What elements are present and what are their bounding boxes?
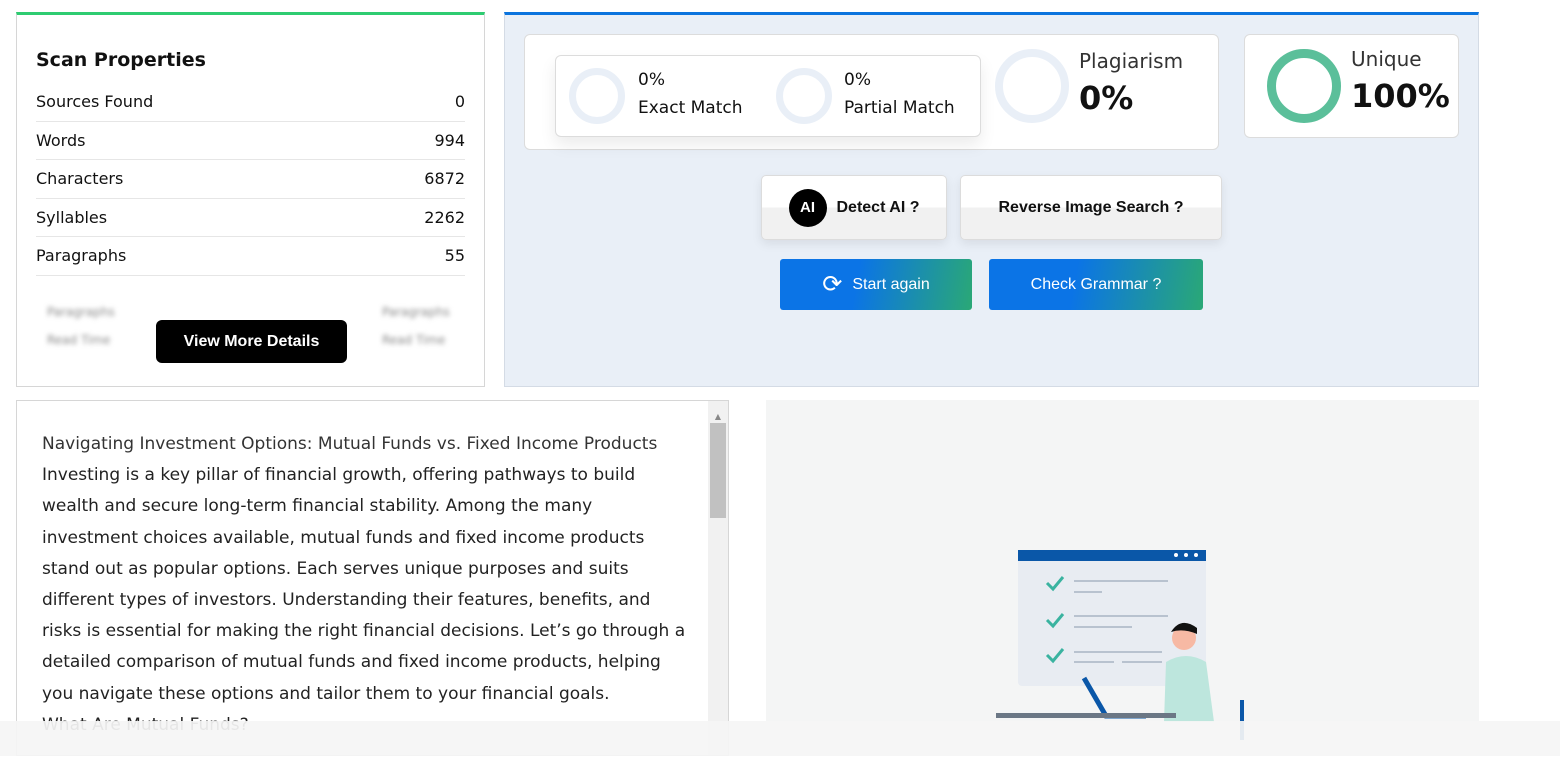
detect-ai-label: Detect AI ? [836,198,920,216]
property-label: Syllables [36,207,108,227]
document-paragraph: Investing is a key pillar of financial g… [42,465,686,704]
plagiarism-value: 0% [1079,79,1134,117]
scan-properties-title: Scan Properties [36,49,206,71]
start-again-button[interactable]: ⟳ Start again [780,259,972,310]
exact-match-value: 0% [638,70,665,90]
unique-label: Unique [1351,47,1422,71]
ai-icon: AI [788,188,827,227]
results-panel: 0% Exact Match 0% Partial Match Plagiari… [504,12,1479,387]
document-paragraph: Navigating Investment Options: Mutual Fu… [42,434,658,454]
partial-match-value: 0% [844,70,871,90]
unique-card: Unique 100% [1244,34,1459,138]
scrollbar[interactable]: ▲ [708,401,728,755]
property-value: 6872 [424,169,465,189]
scan-property-row: Syllables 2262 [36,199,465,237]
document-text-area[interactable]: Navigating Investment Options: Mutual Fu… [16,400,729,756]
match-card: 0% Exact Match 0% Partial Match [555,55,981,137]
reverse-image-search-button[interactable]: Reverse Image Search ? [960,175,1222,240]
blurred-label: Paragraphs [47,305,115,319]
property-label: Paragraphs [36,246,127,266]
exact-match-ring [569,68,625,124]
refresh-icon: ⟳ [822,271,843,298]
plagiarism-ring [995,49,1069,123]
partial-match-ring [776,68,832,124]
view-more-details-button[interactable]: View More Details [156,320,347,363]
checklist-illustration [996,550,1244,740]
property-label: Words [36,130,86,150]
plagiarism-label: Plagiarism [1079,49,1184,73]
scan-property-row: Words 994 [36,122,465,160]
property-label: Sources Found [36,92,154,112]
plagiarism-card: 0% Exact Match 0% Partial Match Plagiari… [524,34,1219,150]
partial-match-label: Partial Match [844,98,955,118]
scrollbar-thumb[interactable] [710,423,726,518]
unique-value: 100% [1351,77,1450,115]
unique-ring [1267,49,1341,123]
scan-property-row: Characters 6872 [36,160,465,199]
scan-properties-panel: Scan Properties Sources Found 0 Words 994 Ch… [16,12,485,387]
scan-property-row: Paragraphs 55 [36,237,465,276]
property-value: 994 [434,130,465,150]
exact-match-label: Exact Match [638,98,743,118]
blurred-label: Read Time [382,333,446,347]
bottom-overlay [0,721,1560,756]
scan-property-row: Sources Found 0 [36,83,465,122]
property-label: Characters [36,169,124,189]
start-again-label: Start again [852,275,930,293]
blurred-label: Read Time [47,333,111,347]
property-value: 2262 [424,207,465,227]
check-grammar-button[interactable]: Check Grammar ? [989,259,1203,310]
property-value: 0 [454,92,465,112]
blurred-label: Paragraphs [382,305,450,319]
detect-ai-button[interactable]: AI Detect AI ? [761,175,947,240]
illustration-panel [766,400,1479,756]
property-value: 55 [444,246,465,266]
